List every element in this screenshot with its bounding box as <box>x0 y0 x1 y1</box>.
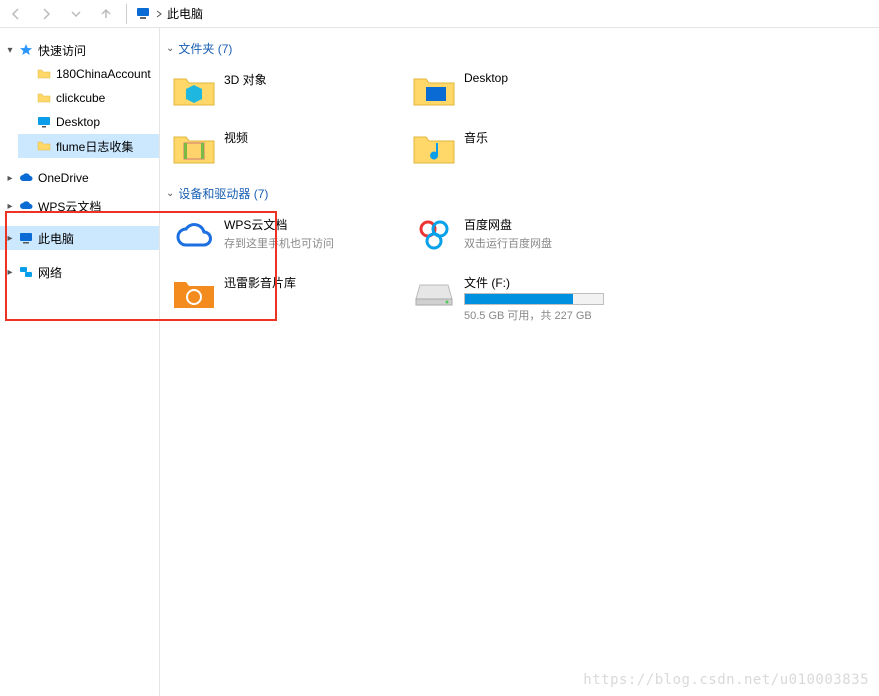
sidebar-this-pc[interactable]: ▸ 此电脑 <box>0 226 159 250</box>
nav-forward-icon[interactable] <box>34 2 58 26</box>
sidebar-tree: ▾ 快速访问 180ChinaAccount clickcube Desktop <box>0 28 160 696</box>
group-title: 文件夹 (7) <box>178 40 232 57</box>
device-item-baidu[interactable]: 百度网盘 双击运行百度网盘 <box>406 210 646 268</box>
nav-up-icon[interactable] <box>94 2 118 26</box>
item-label: 视频 <box>224 129 248 146</box>
device-item-drive-f[interactable]: 文件 (F:) 50.5 GB 可用，共 227 GB <box>406 268 646 326</box>
nav-dropdown-icon[interactable] <box>64 2 88 26</box>
baidu-icon <box>410 214 458 256</box>
address-pc-icon[interactable] <box>135 6 163 22</box>
sidebar-item-label: 快速访问 <box>38 42 86 59</box>
pc-icon <box>18 230 34 246</box>
sidebar-folder-item[interactable]: clickcube <box>18 86 159 110</box>
chevron-right-icon[interactable]: ▸ <box>4 200 16 212</box>
main-content: ⌄ 文件夹 (7) 3D 对象 Desktop 视频 音乐 ⌄ 设备和驱动 <box>160 28 879 696</box>
chevron-right-icon[interactable]: ▸ <box>4 172 16 184</box>
folder-item-3d[interactable]: 3D 对象 <box>166 65 406 123</box>
address-bar: 此电脑 <box>0 0 879 28</box>
folder-music-icon <box>410 127 458 169</box>
chevron-down-icon: ⌄ <box>166 188 174 199</box>
nav-back-icon[interactable] <box>4 2 28 26</box>
sidebar-folder-item[interactable]: 180ChinaAccount <box>18 62 159 86</box>
network-icon <box>18 264 34 280</box>
item-label: 音乐 <box>464 129 488 146</box>
group-header-folders[interactable]: ⌄ 文件夹 (7) <box>166 40 879 57</box>
sidebar-quick-access[interactable]: ▾ 快速访问 <box>0 38 159 62</box>
sidebar-item-label: 网络 <box>38 264 62 281</box>
desktop-icon <box>36 114 52 130</box>
item-sub: 存到这里手机也可访问 <box>224 235 334 251</box>
watermark-text: https://blog.csdn.net/u010003835 <box>583 672 869 688</box>
item-sub: 50.5 GB 可用，共 227 GB <box>464 307 604 323</box>
group-header-devices[interactable]: ⌄ 设备和驱动器 (7) <box>166 185 879 202</box>
folder-video-icon <box>170 127 218 169</box>
sidebar-item-label: OneDrive <box>38 171 89 185</box>
sidebar-item-label: WPS云文档 <box>38 198 101 215</box>
item-label: 百度网盘 <box>464 216 552 233</box>
drive-icon <box>410 272 458 314</box>
sidebar-network[interactable]: ▸ 网络 <box>0 260 159 284</box>
item-sub: 双击运行百度网盘 <box>464 235 552 251</box>
sidebar-item-label: 180ChinaAccount <box>56 67 151 81</box>
folder-icon <box>36 138 52 154</box>
device-item-xunlei[interactable]: 迅雷影音片库 <box>166 268 406 326</box>
item-label: Desktop <box>464 71 508 85</box>
sidebar-desktop-item[interactable]: Desktop <box>18 110 159 134</box>
folder-icon <box>36 66 52 82</box>
folder-desktop-icon <box>410 69 458 111</box>
cloud-icon <box>18 198 34 214</box>
wps-cloud-icon <box>170 214 218 256</box>
folder-item-video[interactable]: 视频 <box>166 123 406 181</box>
sidebar-folder-item[interactable]: flume日志收集 <box>18 134 159 158</box>
xunlei-folder-icon <box>170 272 218 314</box>
sidebar-item-label: clickcube <box>56 91 105 105</box>
sidebar-item-label: flume日志收集 <box>56 138 133 155</box>
group-title: 设备和驱动器 (7) <box>178 185 268 202</box>
sidebar-item-label: Desktop <box>56 115 100 129</box>
device-item-wps[interactable]: WPS云文档 存到这里手机也可访问 <box>166 210 406 268</box>
chevron-right-icon[interactable]: ▸ <box>4 232 16 244</box>
sidebar-item-label: 此电脑 <box>38 230 74 247</box>
chevron-right-icon[interactable]: ▸ <box>4 266 16 278</box>
folder-3d-icon <box>170 69 218 111</box>
sidebar-onedrive[interactable]: ▸ OneDrive <box>0 166 159 190</box>
folder-item-music[interactable]: 音乐 <box>406 123 646 181</box>
cloud-icon <box>18 170 34 186</box>
item-label: 迅雷影音片库 <box>224 274 296 291</box>
item-label: 文件 (F:) <box>464 274 604 291</box>
chevron-down-icon: ⌄ <box>166 43 174 54</box>
item-label: WPS云文档 <box>224 216 334 233</box>
address-title: 此电脑 <box>167 5 203 22</box>
folder-icon <box>36 90 52 106</box>
chevron-down-icon[interactable]: ▾ <box>4 44 16 56</box>
drive-usage-bar <box>464 293 604 305</box>
item-label: 3D 对象 <box>224 71 267 88</box>
sidebar-wps[interactable]: ▸ WPS云文档 <box>0 194 159 218</box>
folder-item-desktop[interactable]: Desktop <box>406 65 646 123</box>
star-icon <box>18 42 34 58</box>
